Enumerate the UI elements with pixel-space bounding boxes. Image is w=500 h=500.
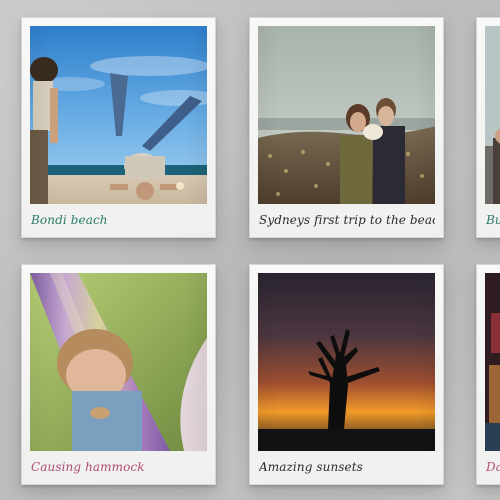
polaroid-bondi-beach[interactable]: Bondi beach xyxy=(21,17,216,238)
caption-partial-bottom-right: Da xyxy=(486,460,500,474)
caption-causing-hammock: Causing hammock xyxy=(31,460,145,474)
photo-causing-hammock xyxy=(30,273,207,451)
photo-partial-bottom-right xyxy=(485,273,500,451)
photo-partial-top-right xyxy=(485,26,500,204)
hammock-image xyxy=(30,273,207,451)
caption-amazing-sunsets: Amazing sunsets xyxy=(259,460,363,474)
photo-sydneys-first-trip xyxy=(258,26,435,204)
photo-amazing-sunsets xyxy=(258,273,435,451)
sunset-tree-image xyxy=(258,273,435,451)
couple-on-beach-image xyxy=(258,26,435,204)
polaroid-partial-top-right[interactable]: Bu xyxy=(476,17,500,238)
polaroid-sydneys-first-trip[interactable]: Sydneys first trip to the beach! xyxy=(249,17,444,238)
caption-sydneys-first-trip: Sydneys first trip to the beach! xyxy=(259,213,435,227)
caption-partial-top-right: Bu xyxy=(486,213,500,227)
photo-gallery: Bondi beach Sydneys first trip to the be… xyxy=(0,0,500,500)
polaroid-partial-bottom-right[interactable]: Da xyxy=(476,264,500,485)
polaroid-causing-hammock[interactable]: Causing hammock xyxy=(21,264,216,485)
caption-bondi-beach: Bondi beach xyxy=(31,213,108,227)
partial-top-right-image xyxy=(485,26,500,204)
polaroid-amazing-sunsets[interactable]: Amazing sunsets xyxy=(249,264,444,485)
beach-handstand-image xyxy=(30,26,207,204)
photo-bondi-beach xyxy=(30,26,207,204)
partial-bottom-right-image xyxy=(485,273,500,451)
